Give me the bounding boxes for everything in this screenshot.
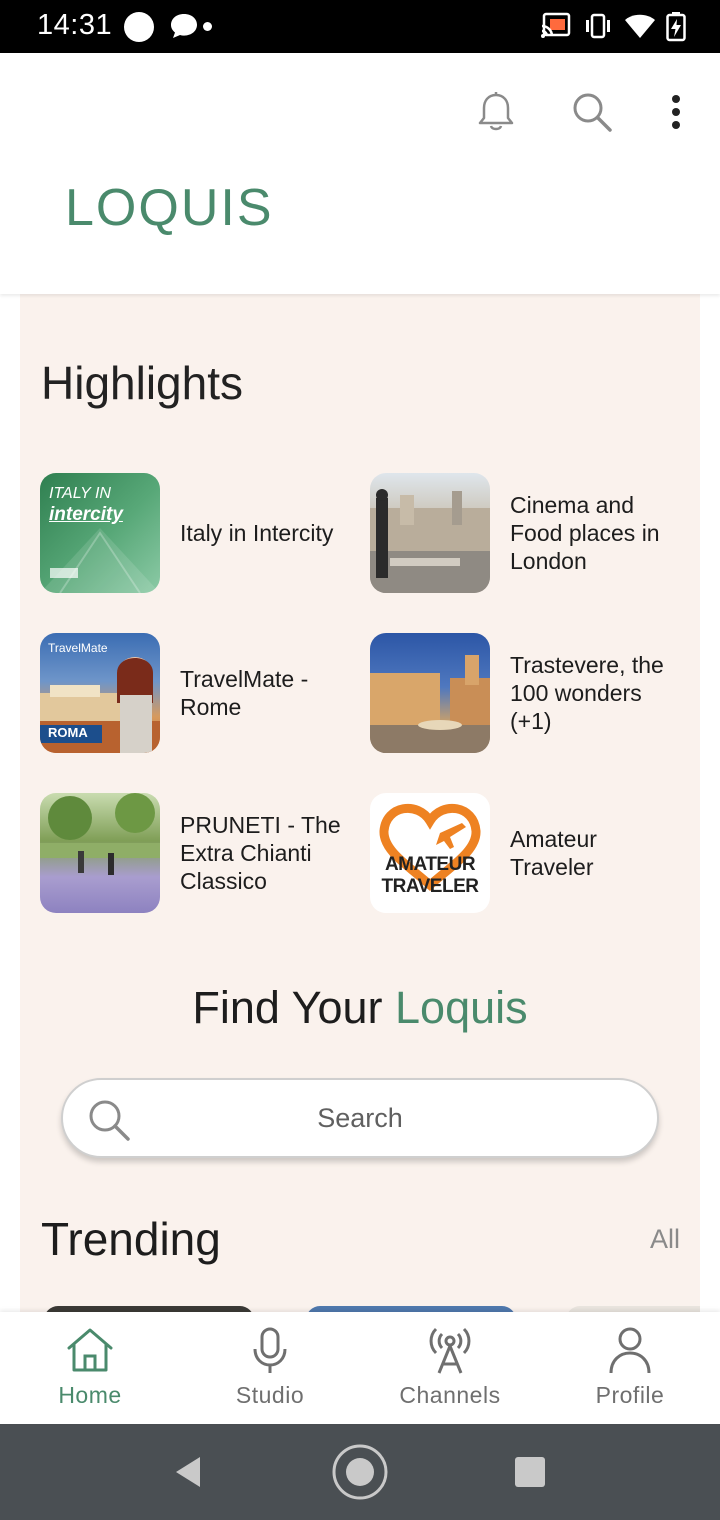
more-vert-icon[interactable] [652, 88, 700, 136]
home-content: Highlights ITALY IN intercity Italy in I… [20, 294, 700, 1314]
highlight-thumbnail [40, 793, 160, 913]
trending-title: Trending [41, 1213, 221, 1265]
thumb-caption-2: ROMA [48, 725, 88, 740]
back-icon[interactable] [148, 1424, 228, 1520]
home-icon [67, 1328, 113, 1372]
battery-charging-icon [666, 12, 686, 42]
highlight-thumbnail [370, 473, 490, 593]
status-bar: 14:31 [0, 0, 720, 53]
notification-dot-icon [124, 12, 154, 42]
highlight-label: Trastevere, the 100 wonders (+1) [510, 652, 664, 734]
chat-bubble-icon [171, 14, 197, 38]
highlight-label: Italy in Intercity [180, 520, 334, 546]
nav-label: Channels [399, 1382, 501, 1408]
vibrate-icon [586, 13, 610, 39]
highlight-item[interactable]: AMATEUR TRAVELER Amateur Traveler [370, 793, 680, 915]
highlight-label: PRUNETI - The Extra Chianti Classico [180, 812, 341, 894]
highlight-thumbnail: TravelMate ROMA [40, 633, 160, 753]
status-time: 14:31 [37, 9, 113, 41]
thumb-caption-2: TRAVELER [381, 876, 479, 897]
nav-channels[interactable]: Channels [360, 1312, 540, 1424]
find-prefix: Find Your [192, 982, 396, 1033]
highlight-item[interactable]: TravelMate ROMA TravelMate - Rome [40, 633, 350, 755]
highlight-item[interactable]: PRUNETI - The Extra Chianti Classico [40, 793, 350, 915]
nav-label: Profile [595, 1382, 665, 1408]
highlight-thumbnail: ITALY IN intercity [40, 473, 160, 593]
system-navigation-bar [0, 1424, 720, 1520]
highlight-thumbnail: AMATEUR TRAVELER [370, 793, 490, 913]
search-bar[interactable]: Search [61, 1078, 659, 1158]
nav-label: Studio [235, 1382, 305, 1408]
highlight-label: Cinema and Food places in London [510, 492, 660, 574]
highlight-thumbnail [370, 633, 490, 753]
thumb-caption: AMATEUR [384, 854, 476, 875]
highlight-label: TravelMate - Rome [180, 666, 309, 720]
app-header: LOQUIS [0, 53, 720, 294]
microphone-icon [253, 1327, 287, 1373]
search-icon[interactable] [568, 88, 616, 136]
highlight-item[interactable]: Cinema and Food places in London [370, 473, 680, 595]
find-accent: Loquis [395, 982, 528, 1033]
thumb-caption: ITALY IN [49, 485, 111, 502]
cast-icon [541, 12, 571, 38]
bell-icon[interactable] [472, 88, 520, 136]
thumb-caption: TravelMate [48, 641, 108, 655]
antenna-icon [429, 1327, 471, 1374]
app-logo: LOQUIS [65, 179, 274, 237]
nav-studio[interactable]: Studio [180, 1312, 360, 1424]
more-notifications-icon [203, 22, 212, 31]
nav-profile[interactable]: Profile [540, 1312, 720, 1424]
trending-all-link[interactable]: All [650, 1224, 680, 1255]
person-icon [609, 1327, 651, 1374]
highlight-label: Amateur Traveler [510, 826, 597, 880]
highlights-title: Highlights [41, 357, 243, 409]
bottom-navigation: Home Studio Channels Profile [0, 1312, 720, 1424]
recents-icon[interactable] [490, 1424, 570, 1520]
search-input[interactable]: Search [63, 1103, 657, 1134]
highlight-item[interactable]: Trastevere, the 100 wonders (+1) [370, 633, 680, 755]
home-circle-icon[interactable] [320, 1424, 400, 1520]
nav-label: Home [58, 1382, 122, 1408]
find-your-loquis-heading: Find Your Loquis [20, 982, 700, 1034]
highlight-item[interactable]: ITALY IN intercity Italy in Intercity [40, 473, 350, 595]
thumb-caption-2: intercity [49, 504, 123, 525]
nav-home[interactable]: Home [0, 1312, 180, 1424]
wifi-icon [625, 14, 655, 38]
